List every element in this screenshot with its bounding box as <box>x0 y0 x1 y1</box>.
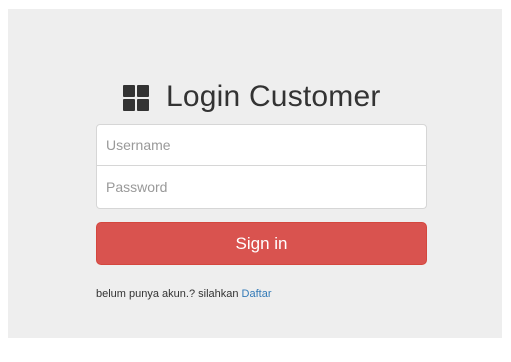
sign-in-button[interactable]: Sign in <box>96 222 427 265</box>
page-title: Login Customer <box>166 80 381 113</box>
password-input[interactable] <box>96 166 427 209</box>
username-input[interactable] <box>96 124 427 166</box>
register-note: belum punya akun.? silahkan Daftar <box>96 288 272 300</box>
register-prompt: belum punya akun.? silahkan <box>96 288 239 300</box>
login-heading: Login Customer <box>123 80 381 114</box>
th-large-icon <box>123 85 149 111</box>
register-link[interactable]: Daftar <box>242 288 272 300</box>
